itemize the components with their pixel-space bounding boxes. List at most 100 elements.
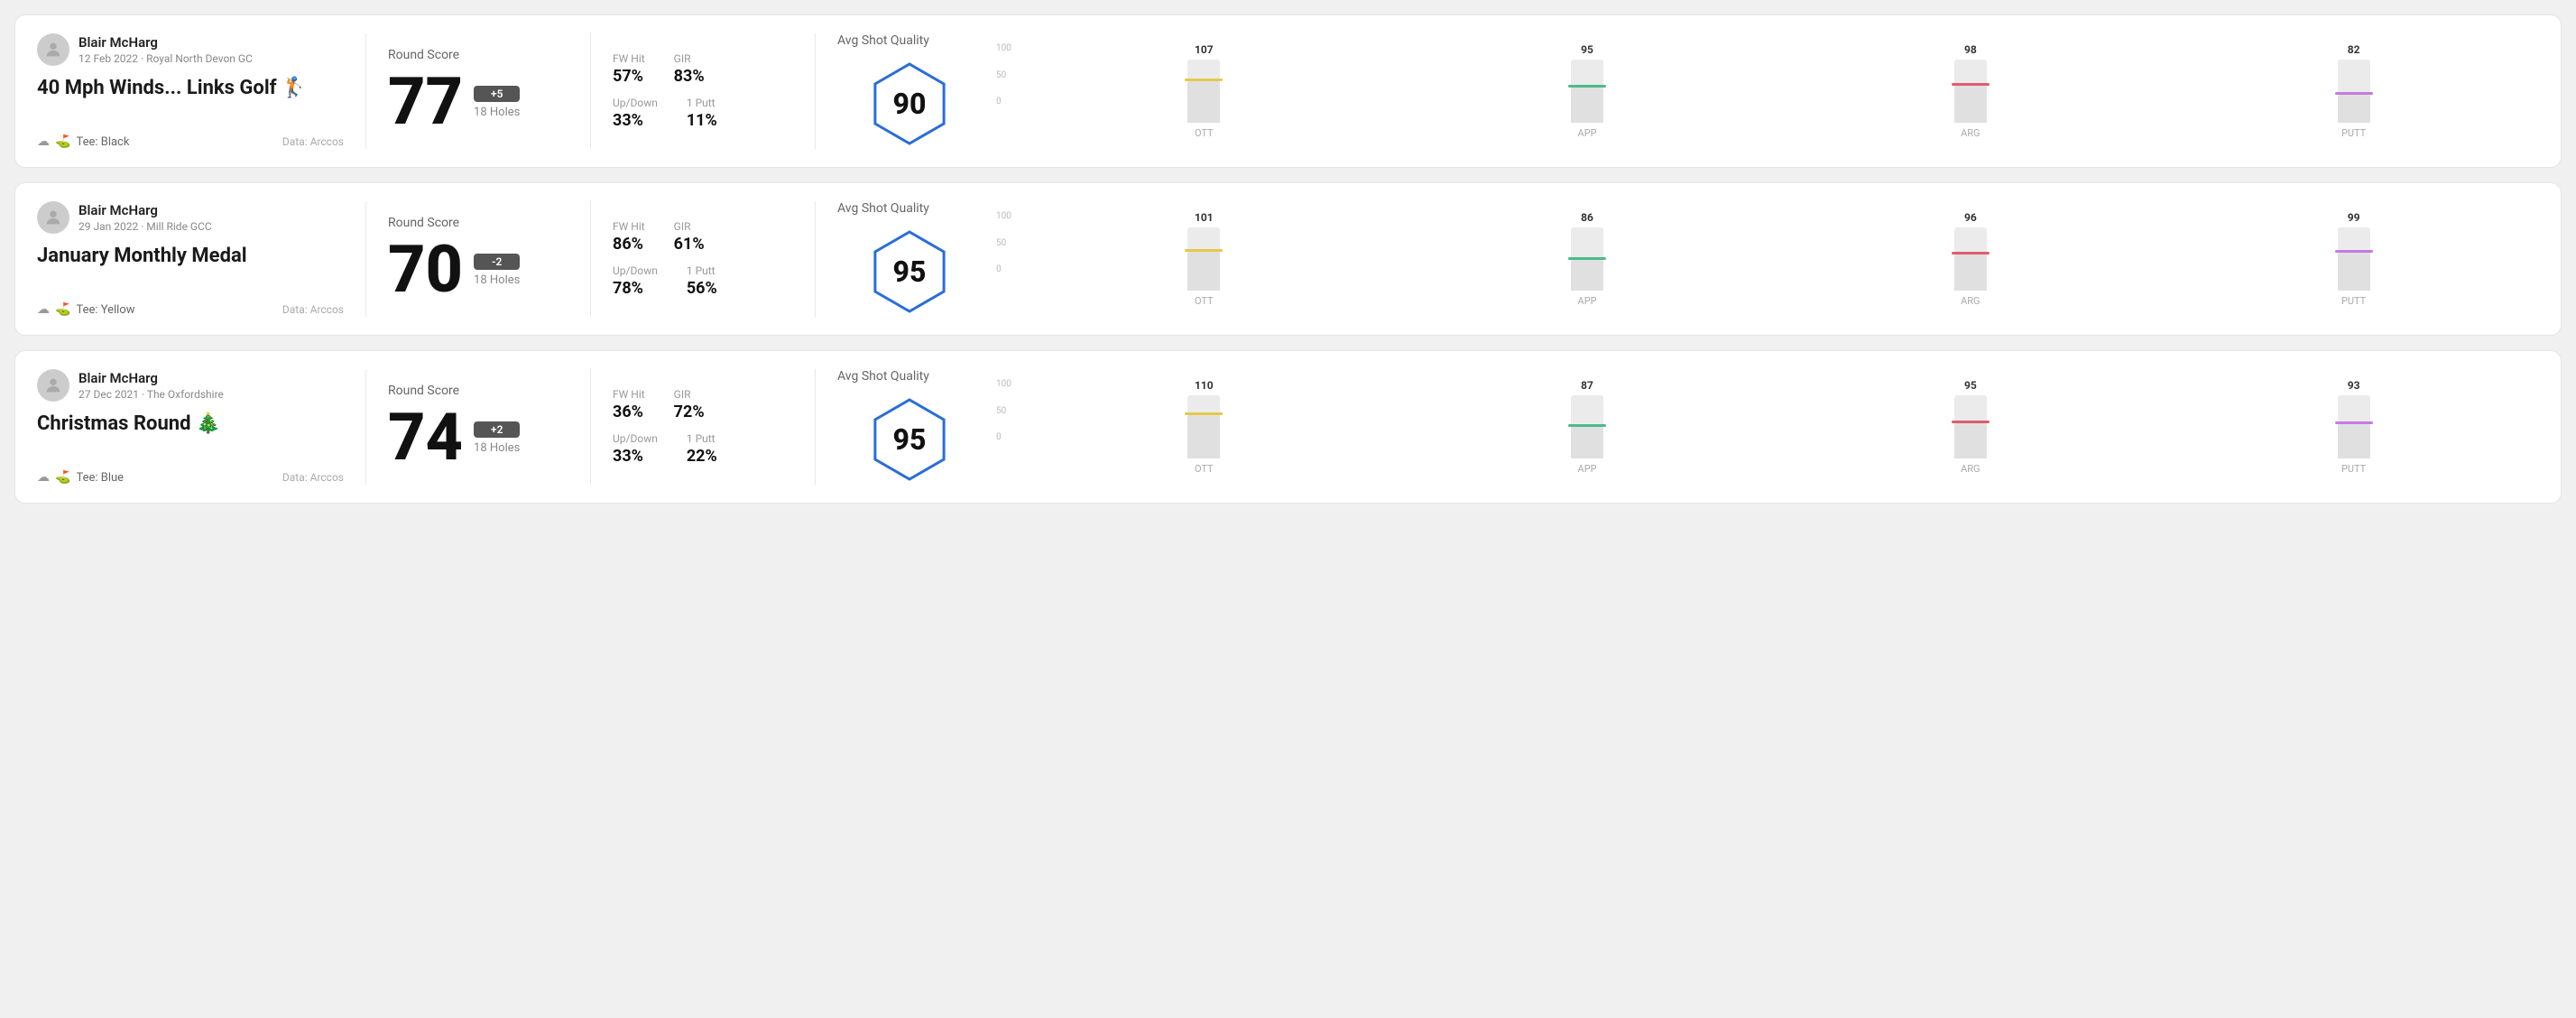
chart-axis-label: PUTT xyxy=(2341,295,2366,307)
round-card: Blair McHarg 27 Dec 2021 · The Oxfordshi… xyxy=(14,350,2562,504)
left-section: Blair McHarg 29 Jan 2022 · Mill Ride GCC… xyxy=(37,201,344,317)
round-title: January Monthly Medal xyxy=(37,245,344,268)
left-section: Blair McHarg 12 Feb 2022 · Royal North D… xyxy=(37,33,344,149)
chart-axis-label: APP xyxy=(1578,127,1597,139)
stat-gir-label: GIR xyxy=(674,220,705,233)
stat-up-down-label: Up/Down xyxy=(613,97,658,109)
stat-fw-hit: FW Hit 36% xyxy=(613,388,645,421)
stat-one-putt: 1 Putt 56% xyxy=(687,264,717,298)
chart-value-label: 95 xyxy=(1964,379,1977,392)
stat-fw-hit-label: FW Hit xyxy=(613,220,645,233)
left-section: Blair McHarg 27 Dec 2021 · The Oxfordshi… xyxy=(37,369,344,485)
bar-fill xyxy=(1954,86,1987,123)
hexagon: 90 xyxy=(864,59,955,149)
player-info: Blair McHarg 12 Feb 2022 · Royal North D… xyxy=(78,34,253,65)
stats-row-bottom: Up/Down 33% 1 Putt 22% xyxy=(613,432,793,466)
chart-axis-label: ARG xyxy=(1961,463,1980,475)
chart-value-label: 99 xyxy=(2348,211,2360,224)
bar-fill xyxy=(1954,423,1987,458)
score-diff-badge: -2 xyxy=(474,254,520,270)
stat-one-putt-value: 11% xyxy=(687,111,717,130)
chart-axis-label: OTT xyxy=(1195,127,1214,139)
chart-value-label: 87 xyxy=(1581,379,1593,392)
chart-col: 87 APP xyxy=(1402,379,1773,475)
chart-section: 100 50 0 101 OTT 86 APP 96 ARG 99 xyxy=(982,201,2539,317)
avatar xyxy=(37,201,69,234)
round-card: Blair McHarg 29 Jan 2022 · Mill Ride GCC… xyxy=(14,182,2562,336)
score-details: +2 18 Holes xyxy=(474,421,520,455)
stat-gir: GIR 83% xyxy=(674,52,705,86)
stats-row-top: FW Hit 36% GIR 72% xyxy=(613,388,793,421)
tee-label: Tee: Black xyxy=(76,135,129,149)
bar-bg xyxy=(1187,60,1220,123)
divider xyxy=(590,201,591,317)
bar-line xyxy=(2335,250,2373,253)
chart-col: 82 PUTT xyxy=(2168,43,2539,139)
score-diff-badge: +2 xyxy=(474,421,520,438)
bar-line xyxy=(2335,92,2373,95)
score-main: 74 +2 18 Holes xyxy=(388,405,568,470)
chart-col: 95 APP xyxy=(1402,43,1773,139)
round-title: 40 Mph Winds... Links Golf 🏌 xyxy=(37,77,344,100)
round-card: Blair McHarg 12 Feb 2022 · Royal North D… xyxy=(14,14,2562,168)
data-source: Data: Arccos xyxy=(282,471,344,484)
divider xyxy=(815,369,816,485)
stat-fw-hit-value: 36% xyxy=(613,403,645,421)
divider xyxy=(365,369,366,485)
score-holes: 18 Holes xyxy=(474,106,520,119)
quality-label: Avg Shot Quality xyxy=(837,33,929,48)
stat-one-putt: 1 Putt 11% xyxy=(687,97,717,130)
score-number: 74 xyxy=(388,405,463,470)
score-details: -2 18 Holes xyxy=(474,254,520,287)
divider xyxy=(815,201,816,317)
weather-icon: ☁ xyxy=(37,470,50,485)
weather-icon: ☁ xyxy=(37,134,50,149)
tee-data-row: ☁ ⛳ Tee: Black Data: Arccos xyxy=(37,134,344,149)
stats-row-bottom: Up/Down 78% 1 Putt 56% xyxy=(613,264,793,298)
avatar xyxy=(37,369,69,402)
bar-bg xyxy=(1954,395,1987,458)
bar-line xyxy=(1952,421,1990,423)
chart-col: 95 ARG xyxy=(1785,379,2156,475)
hexagon-score: 90 xyxy=(893,87,927,121)
bar-fill xyxy=(1571,427,1603,458)
stat-gir-value: 61% xyxy=(674,235,705,254)
hexagon-score: 95 xyxy=(893,255,927,289)
chart-col: 107 OTT xyxy=(1019,43,1390,139)
stats-row-top: FW Hit 86% GIR 61% xyxy=(613,220,793,254)
stats-section: FW Hit 86% GIR 61% Up/Down 78% 1 Putt 56… xyxy=(613,201,793,317)
bar-bg xyxy=(1954,60,1987,123)
stats-section: FW Hit 57% GIR 83% Up/Down 33% 1 Putt 11… xyxy=(613,33,793,149)
stat-gir-value: 83% xyxy=(674,67,705,86)
stat-fw-hit: FW Hit 86% xyxy=(613,220,645,254)
bar-bg xyxy=(1571,227,1603,291)
hexagon-container: 90 xyxy=(837,59,982,149)
divider xyxy=(365,33,366,149)
quality-section: Avg Shot Quality 90 xyxy=(837,33,982,149)
chart-col: 110 OTT xyxy=(1019,379,1390,475)
score-holes: 18 Holes xyxy=(474,441,520,455)
quality-label: Avg Shot Quality xyxy=(837,369,929,384)
chart-axis-label: APP xyxy=(1578,463,1597,475)
stat-one-putt-value: 22% xyxy=(687,447,717,466)
chart-value-label: 93 xyxy=(2348,379,2360,392)
bar-bg xyxy=(2338,227,2370,291)
player-header: Blair McHarg 27 Dec 2021 · The Oxfordshi… xyxy=(37,369,344,402)
chart-axis-label: APP xyxy=(1578,295,1597,307)
player-name: Blair McHarg xyxy=(78,370,224,386)
chart-value-label: 98 xyxy=(1964,43,1977,56)
quality-label: Avg Shot Quality xyxy=(837,201,929,216)
stat-gir: GIR 72% xyxy=(674,388,705,421)
hexagon: 95 xyxy=(864,227,955,317)
chart-axis-label: PUTT xyxy=(2341,463,2366,475)
score-details: +5 18 Holes xyxy=(474,86,520,119)
stat-up-down: Up/Down 33% xyxy=(613,97,658,130)
bar-bg xyxy=(2338,60,2370,123)
divider xyxy=(815,33,816,149)
bar-bg xyxy=(1187,395,1220,458)
stat-up-down: Up/Down 33% xyxy=(613,432,658,466)
divider xyxy=(365,201,366,317)
score-section: Round Score 70 -2 18 Holes xyxy=(388,201,568,317)
hexagon-container: 95 xyxy=(837,394,982,485)
tee-icon: ⛳ xyxy=(55,470,70,485)
